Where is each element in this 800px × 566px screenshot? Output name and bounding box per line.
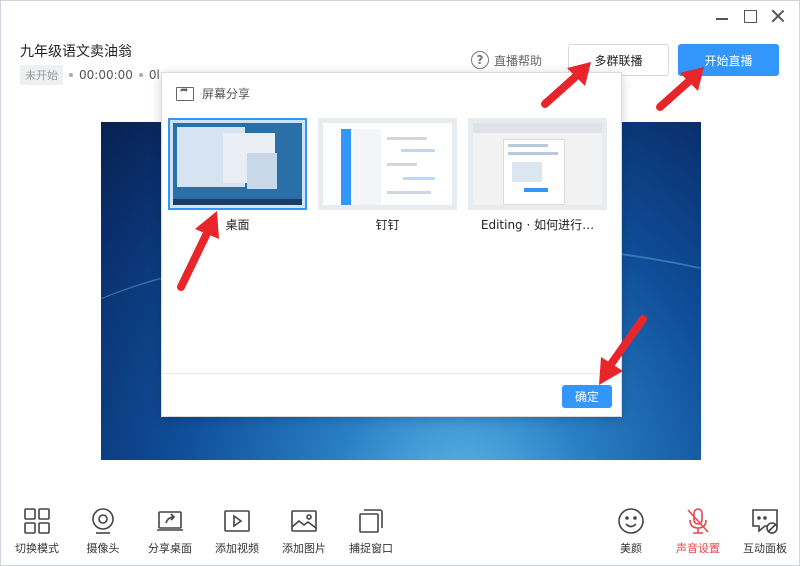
source-label: 桌面	[225, 218, 250, 232]
toolbar-interaction-panel[interactable]: 互动面板	[735, 506, 795, 556]
share-desktop-icon	[157, 511, 183, 531]
question-circle-icon: ?	[471, 51, 489, 69]
image-icon	[291, 510, 317, 532]
source-label: 钉钉	[375, 218, 400, 232]
screen-share-icon	[176, 85, 194, 101]
course-title: 九年级语文卖油翁	[20, 44, 132, 60]
share-source-list: 桌面 钉钉 Editing · 如何进行…	[168, 118, 607, 233]
maximize-icon[interactable]	[743, 9, 757, 23]
tool-label: 美颜	[620, 542, 642, 555]
video-icon	[224, 510, 250, 532]
start-live-button[interactable]: 开始直播	[678, 44, 779, 76]
tool-label: 捕捉窗口	[349, 542, 393, 555]
toolbar-beauty[interactable]: 美颜	[601, 506, 661, 556]
confirm-button[interactable]: 确定	[562, 385, 612, 408]
toolbar-switch-mode[interactable]: 切换模式	[7, 506, 67, 556]
toolbar-camera[interactable]: 摄像头	[73, 506, 133, 556]
dialog-header: 屏幕分享	[176, 85, 250, 102]
help-link[interactable]: ? 直播帮助	[471, 51, 542, 69]
help-label: 直播帮助	[494, 53, 543, 68]
tool-label: 摄像头	[86, 542, 120, 555]
dialog-title: 屏幕分享	[202, 87, 251, 101]
status-row: 未开始 00:00:00 0l…	[20, 65, 172, 85]
close-icon[interactable]	[771, 9, 785, 23]
chat-panel-icon	[752, 509, 778, 534]
tool-label: 添加视频	[215, 542, 259, 555]
toolbar-add-image[interactable]: 添加图片	[274, 506, 334, 556]
live-window: 九年级语文卖油翁 未开始 00:00:00 0l… ? 直播帮助 多群联播 开始…	[0, 0, 800, 566]
toolbar-capture-window[interactable]: 捕捉窗口	[341, 506, 401, 556]
smile-icon	[618, 508, 644, 534]
toolbar-add-video[interactable]: 添加视频	[207, 506, 267, 556]
desktop-preview	[173, 123, 302, 205]
screen-share-dialog: 屏幕分享 桌面	[161, 72, 622, 417]
toolbar-sound-settings[interactable]: 声音设置	[668, 506, 728, 556]
tool-label: 分享桌面	[148, 542, 192, 555]
share-source-desktop[interactable]: 桌面	[168, 118, 307, 233]
browser-preview	[473, 123, 602, 205]
separator-dot	[69, 73, 73, 77]
camera-icon	[92, 508, 114, 534]
grid-icon	[24, 508, 50, 534]
source-label: Editing · 如何进行…	[480, 218, 595, 232]
separator-dot	[138, 73, 143, 77]
thumbnail	[318, 118, 457, 210]
mic-muted-icon	[687, 508, 709, 534]
thumbnail	[468, 118, 607, 210]
status-badge: 未开始	[20, 65, 63, 85]
toolbar-share-desktop[interactable]: 分享桌面	[140, 506, 200, 556]
capture-window-icon	[359, 509, 383, 533]
tool-label: 互动面板	[743, 542, 787, 555]
tool-label: 声音设置	[676, 542, 720, 555]
share-source-dingtalk[interactable]: 钉钉	[318, 118, 457, 233]
dingtalk-preview	[323, 123, 452, 205]
tool-label: 添加图片	[282, 542, 326, 555]
share-source-browser[interactable]: Editing · 如何进行…	[468, 118, 607, 233]
thumbnail	[168, 118, 307, 210]
window-controls	[715, 9, 785, 23]
live-timer: 00:00:00	[79, 68, 133, 82]
minimize-icon[interactable]	[715, 9, 729, 23]
tool-label: 切换模式	[15, 542, 59, 555]
dialog-divider	[162, 373, 621, 374]
